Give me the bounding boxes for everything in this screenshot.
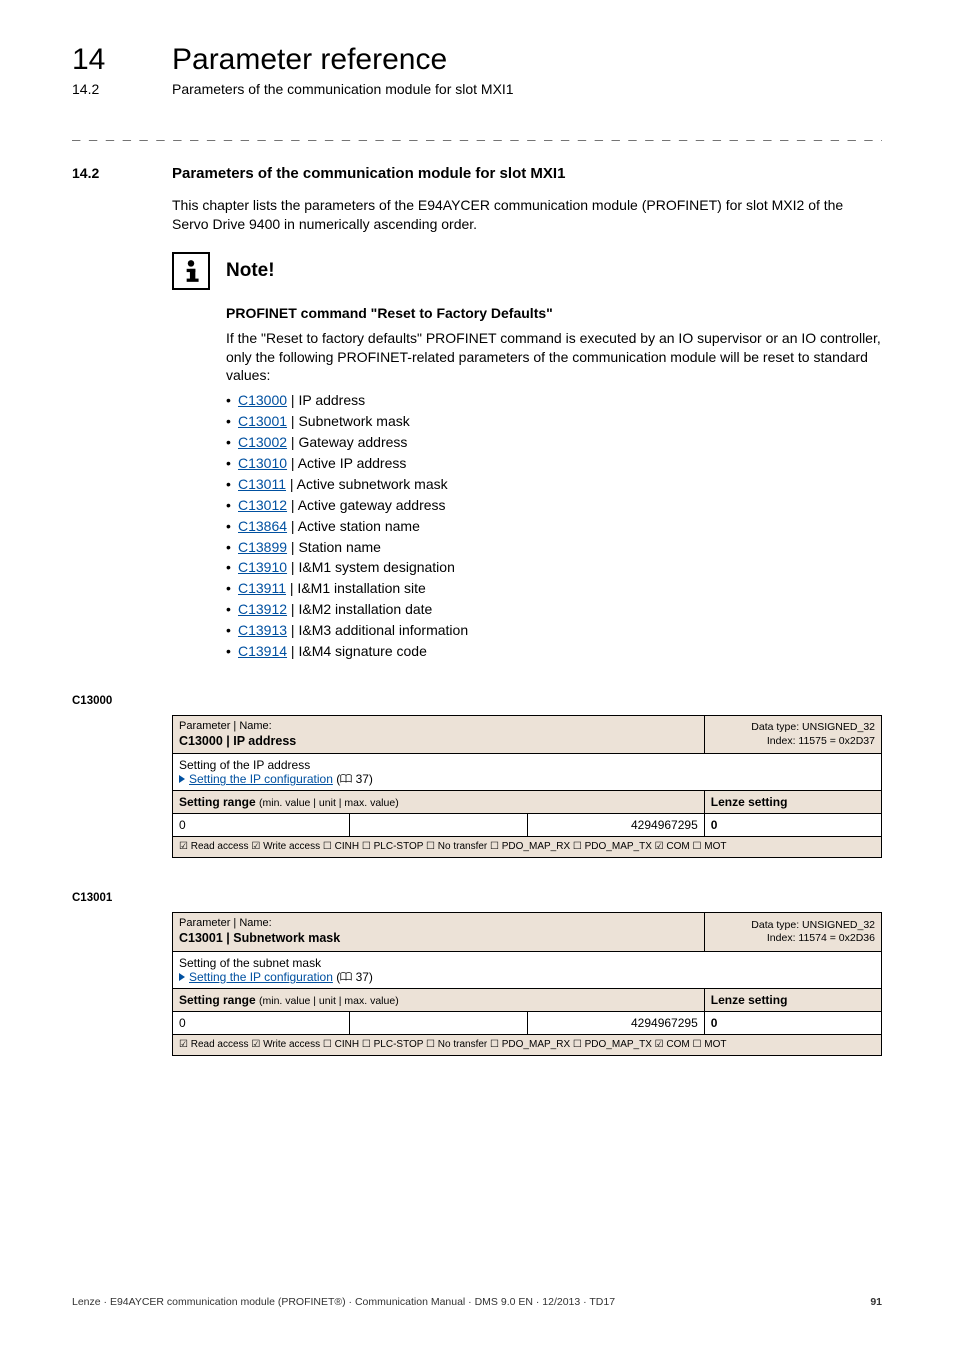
section-number: 14.2 bbox=[72, 165, 172, 181]
code-link[interactable]: C13911 bbox=[238, 580, 286, 596]
access-flags-cell: ☑ Read access ☑ Write access ☐ CINH ☐ PL… bbox=[173, 1034, 882, 1055]
note-list-item: C13011 | Active subnetwork mask bbox=[226, 475, 882, 494]
note-list-text: | Active subnetwork mask bbox=[286, 476, 448, 492]
param-type-cell: Data type: UNSIGNED_32Index: 11575 = 0x2… bbox=[704, 715, 881, 754]
param-desc-cell: Setting of the subnet maskSetting the IP… bbox=[173, 951, 882, 988]
param-type-cell: Data type: UNSIGNED_32Index: 11574 = 0x2… bbox=[704, 913, 881, 952]
note-list-text: | Station name bbox=[287, 539, 381, 555]
code-link[interactable]: C13011 bbox=[238, 476, 286, 492]
code-link[interactable]: C13864 bbox=[238, 518, 287, 534]
section-intro: This chapter lists the parameters of the… bbox=[172, 196, 882, 234]
note-list-text: | IP address bbox=[287, 392, 365, 408]
code-link[interactable]: C13002 bbox=[238, 434, 287, 450]
note-list-item: C13912 | I&M2 installation date bbox=[226, 600, 882, 619]
note-list-item: C13000 | IP address bbox=[226, 391, 882, 410]
note-list-text: | I&M2 installation date bbox=[287, 601, 432, 617]
section-heading: 14.2 Parameters of the communication mod… bbox=[72, 165, 882, 182]
page-number: 91 bbox=[870, 1296, 882, 1308]
note-list-item: C13899 | Station name bbox=[226, 538, 882, 557]
note-subtitle: PROFINET command "Reset to Factory Defau… bbox=[226, 304, 882, 323]
code-link[interactable]: C13912 bbox=[238, 601, 287, 617]
note-list-text: | Gateway address bbox=[287, 434, 407, 450]
note-list-text: | I&M4 signature code bbox=[287, 643, 427, 659]
note-list-text: | Active station name bbox=[287, 518, 420, 534]
lenze-label-cell: Lenze setting bbox=[704, 791, 881, 814]
info-icon bbox=[172, 252, 210, 290]
note-list-text: | I&M1 system designation bbox=[287, 559, 455, 575]
note-list-item: C13911 | I&M1 installation site bbox=[226, 579, 882, 598]
note-body: PROFINET command "Reset to Factory Defau… bbox=[226, 304, 882, 661]
param-name-cell: Parameter | Name:C13001 | Subnetwork mas… bbox=[173, 913, 705, 952]
default-cell: 0 bbox=[704, 814, 881, 837]
param-table: Parameter | Name:C13000 | IP addressData… bbox=[172, 715, 882, 859]
section-title: Parameters of the communication module f… bbox=[172, 165, 565, 182]
chapter-subnumber: 14.2 bbox=[72, 81, 172, 97]
min-cell: 0 bbox=[173, 1011, 350, 1034]
note-list-item: C13002 | Gateway address bbox=[226, 433, 882, 452]
range-label-cell: Setting range (min. value | unit | max. … bbox=[173, 988, 705, 1011]
chapter-title: Parameter reference bbox=[172, 45, 447, 75]
code-link[interactable]: C13910 bbox=[238, 559, 287, 575]
param-anchor: C13000 bbox=[72, 695, 882, 707]
note-list-text: | Active IP address bbox=[287, 455, 406, 471]
note-list-item: C13864 | Active station name bbox=[226, 517, 882, 536]
desc-link[interactable]: Setting the IP configuration bbox=[189, 772, 333, 786]
chapter-header: 14 Parameter reference bbox=[72, 45, 882, 75]
max-cell: 4294967295 bbox=[527, 814, 704, 837]
note-list-item: C13012 | Active gateway address bbox=[226, 496, 882, 515]
note-list-text: | Active gateway address bbox=[287, 497, 446, 513]
code-link[interactable]: C13010 bbox=[238, 455, 287, 471]
note-list-item: C13010 | Active IP address bbox=[226, 454, 882, 473]
min-cell: 0 bbox=[173, 814, 350, 837]
param-anchor: C13001 bbox=[72, 892, 882, 904]
access-flags-cell: ☑ Read access ☑ Write access ☐ CINH ☐ PL… bbox=[173, 837, 882, 858]
unit-cell bbox=[350, 814, 527, 837]
note-list-item: C13913 | I&M3 additional information bbox=[226, 621, 882, 640]
chapter-number: 14 bbox=[72, 45, 172, 75]
note-list-text: | Subnetwork mask bbox=[287, 413, 410, 429]
page-footer: Lenze · E94AYCER communication module (P… bbox=[72, 1296, 882, 1308]
max-cell: 4294967295 bbox=[527, 1011, 704, 1034]
param-name-cell: Parameter | Name:C13000 | IP address bbox=[173, 715, 705, 754]
param-desc-cell: Setting of the IP addressSetting the IP … bbox=[173, 754, 882, 791]
code-link[interactable]: C13001 bbox=[238, 413, 287, 429]
note-list: C13000 | IP addressC13001 | Subnetwork m… bbox=[226, 391, 882, 661]
note-list-item: C13914 | I&M4 signature code bbox=[226, 642, 882, 661]
unit-cell bbox=[350, 1011, 527, 1034]
chapter-subtitle: Parameters of the communication module f… bbox=[172, 81, 514, 97]
note-list-text: | I&M3 additional information bbox=[287, 622, 468, 638]
code-link[interactable]: C13913 bbox=[238, 622, 287, 638]
range-label-cell: Setting range (min. value | unit | max. … bbox=[173, 791, 705, 814]
code-link[interactable]: C13000 bbox=[238, 392, 287, 408]
note-list-item: C13001 | Subnetwork mask bbox=[226, 412, 882, 431]
lenze-label-cell: Lenze setting bbox=[704, 988, 881, 1011]
footer-text: Lenze · E94AYCER communication module (P… bbox=[72, 1296, 615, 1308]
separator-dashes: _ _ _ _ _ _ _ _ _ _ _ _ _ _ _ _ _ _ _ _ … bbox=[72, 125, 882, 141]
note-paragraph: If the "Reset to factory defaults" PROFI… bbox=[226, 329, 882, 386]
code-link[interactable]: C13899 bbox=[238, 539, 287, 555]
chapter-subheader: 14.2 Parameters of the communication mod… bbox=[72, 81, 882, 97]
desc-link[interactable]: Setting the IP configuration bbox=[189, 970, 333, 984]
note-block: Note! bbox=[172, 252, 882, 290]
note-list-text: | I&M1 installation site bbox=[286, 580, 426, 596]
note-list-item: C13910 | I&M1 system designation bbox=[226, 558, 882, 577]
default-cell: 0 bbox=[704, 1011, 881, 1034]
code-link[interactable]: C13012 bbox=[238, 497, 287, 513]
note-title: Note! bbox=[226, 252, 275, 290]
code-link[interactable]: C13914 bbox=[238, 643, 287, 659]
param-table: Parameter | Name:C13001 | Subnetwork mas… bbox=[172, 912, 882, 1056]
